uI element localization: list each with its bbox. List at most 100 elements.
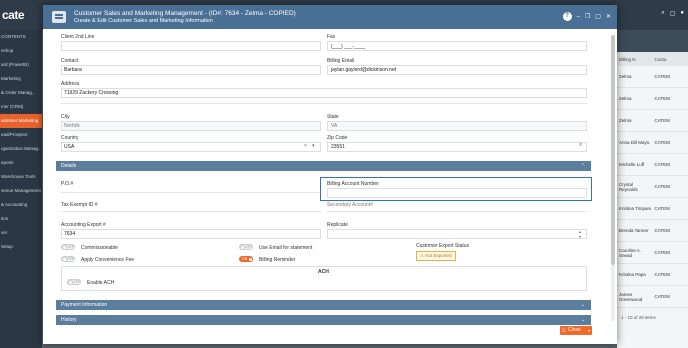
payment-info-section-header[interactable]: Payment Information ⌄ bbox=[56, 300, 591, 310]
customer-edit-modal: Customer Sales and Marketing Management … bbox=[43, 5, 617, 344]
table-row[interactable]: Crystal Reynolds CATEM bbox=[617, 176, 688, 198]
client-2nd-line-label: Client 2nd Line bbox=[61, 34, 95, 40]
sidebar-item[interactable]: Warehouse Tools bbox=[0, 170, 42, 184]
not-exported-text: Not Exported bbox=[425, 253, 452, 258]
scrollbar-thumb[interactable] bbox=[611, 35, 615, 265]
clear-icon[interactable]: × bbox=[304, 143, 307, 149]
accounting-export-input[interactable] bbox=[61, 229, 321, 239]
country-select[interactable] bbox=[61, 142, 321, 152]
details-section-header[interactable]: Details ⌃ bbox=[56, 161, 591, 171]
list-column-headers: Billing N. Custo. bbox=[617, 52, 688, 66]
replicate-input[interactable] bbox=[327, 229, 587, 239]
table-row[interactable]: James Greenwood CATEM bbox=[617, 286, 688, 308]
sidebar-item[interactable]: tion bbox=[0, 212, 42, 226]
sidebar-item[interactable]: mer (CRM) bbox=[0, 100, 42, 114]
table-row[interactable]: Zelma CATEM bbox=[617, 88, 688, 110]
billing-email-label: Billing Email bbox=[327, 58, 355, 64]
address-input[interactable] bbox=[61, 88, 587, 98]
contact-input[interactable] bbox=[61, 65, 321, 75]
chevron-down-icon[interactable]: ⌄ bbox=[581, 315, 585, 325]
chevron-down-icon[interactable]: ▾ bbox=[312, 143, 315, 149]
client-2nd-line-input[interactable] bbox=[61, 41, 321, 51]
minimize-icon[interactable]: – bbox=[577, 14, 580, 20]
sidebar-item[interactable]: ustomer Marketing bbox=[0, 114, 42, 128]
sidebar-item[interactable]: venue Management bbox=[0, 184, 42, 198]
replicate-label: Replicate bbox=[327, 222, 348, 228]
table-row[interactable]: Michelle Luff CATEM bbox=[617, 154, 688, 176]
address-label: Address bbox=[61, 81, 80, 87]
toggle-state: OFF bbox=[73, 280, 80, 284]
stepper-icon[interactable]: ▴ ▾ bbox=[579, 229, 581, 239]
table-row[interactable]: Zelma CATEM bbox=[617, 110, 688, 132]
toggle-state: OFF bbox=[67, 245, 74, 249]
history-section-label: History bbox=[61, 317, 77, 323]
zip-code-input[interactable] bbox=[327, 142, 587, 152]
customer-code-cell: CATEM bbox=[654, 162, 670, 167]
billing-name-cell: Zelma bbox=[619, 96, 632, 101]
billing-reminder-toggle[interactable]: ON bbox=[239, 256, 253, 262]
sidebar-item[interactable]: & Order Manag.. bbox=[0, 86, 42, 100]
close-icon[interactable]: ✕ bbox=[606, 13, 611, 20]
search-icon[interactable]: ⌕ bbox=[579, 142, 582, 149]
billing-name-cell: Kristina Timpani bbox=[619, 206, 652, 211]
address-value: 71929 Zackery Crossing bbox=[64, 90, 119, 96]
history-section-header[interactable]: History ⌄ bbox=[56, 315, 591, 325]
customer-code-cell: CATEM bbox=[654, 228, 670, 233]
restore-icon[interactable]: ❐ bbox=[585, 13, 590, 20]
table-row[interactable]: Caroline A. Snead CATEM bbox=[617, 242, 688, 264]
topbar-icons: ⌕ ▢ ● bbox=[661, 10, 684, 17]
toggle-knob bbox=[67, 279, 73, 285]
column-billing-name[interactable]: Billing N. bbox=[617, 57, 653, 62]
chevron-down-icon[interactable]: ⌄ bbox=[581, 300, 585, 310]
user-icon[interactable]: ● bbox=[680, 10, 684, 17]
customer-list-panel: Billing N. Custo. Zelma CATEM Zelma CATEM Ze… bbox=[617, 30, 688, 348]
app-sidebar: CONTENTS eshop ard (PowerBI) Marketing & Ord… bbox=[0, 30, 42, 348]
enable-ach-toggle[interactable]: OFF bbox=[67, 279, 81, 285]
commissionable-toggle[interactable]: OFF bbox=[61, 244, 75, 250]
app-logo: cate bbox=[2, 8, 25, 22]
modal-scrollbar[interactable] bbox=[611, 35, 615, 321]
payment-info-section-label: Payment Information bbox=[61, 302, 108, 308]
search-icon[interactable]: ⌕ bbox=[661, 10, 664, 17]
zip-code-label: Zip Code bbox=[327, 135, 348, 141]
column-customer-code[interactable]: Custo. bbox=[653, 57, 688, 62]
table-row[interactable]: Anna Dill Mayn. CATEM bbox=[617, 132, 688, 154]
sidebar-item[interactable]: Marketing bbox=[0, 72, 42, 86]
sidebar-item[interactable]: CONTENTS bbox=[0, 30, 42, 44]
billing-account-input[interactable] bbox=[327, 188, 587, 198]
bell-icon[interactable]: ▢ bbox=[670, 10, 676, 17]
billing-name-cell: Zelma bbox=[619, 74, 632, 79]
toggle-knob bbox=[239, 244, 245, 250]
maximize-icon[interactable]: ▢ bbox=[595, 13, 601, 20]
table-row[interactable]: Zelma CATEM bbox=[617, 66, 688, 88]
apply-fee-toggle[interactable]: OFF bbox=[61, 256, 75, 262]
use-email-label: Use Email for statement bbox=[259, 244, 313, 251]
close-door-icon: ⎋ bbox=[562, 328, 566, 333]
customer-code-cell: CATEM bbox=[654, 118, 670, 123]
sidebar-item[interactable]: ead/Prospect bbox=[0, 128, 42, 142]
help-icon[interactable]: ? bbox=[562, 12, 572, 21]
table-row[interactable]: Kristina Papa CATEM bbox=[617, 264, 688, 286]
billing-name-cell: Caroline A. Snead bbox=[619, 247, 642, 258]
state-input[interactable] bbox=[327, 121, 587, 131]
city-input[interactable] bbox=[61, 121, 321, 131]
chevron-up-icon[interactable]: ⌃ bbox=[581, 161, 585, 171]
sidebar-item[interactable]: eshop bbox=[0, 44, 42, 58]
use-email-toggle[interactable]: OFF bbox=[239, 244, 253, 250]
tax-exempt-input[interactable] bbox=[61, 211, 321, 212]
sidebar-item[interactable]: & Accounting bbox=[0, 198, 42, 212]
fax-input[interactable] bbox=[327, 41, 587, 51]
secondary-account-input[interactable] bbox=[327, 211, 587, 212]
close-button[interactable]: ⎋ Close ▾ bbox=[560, 326, 592, 335]
sidebar-item[interactable]: rganization Manag.. bbox=[0, 142, 42, 156]
commissionable-label: Commissionable bbox=[81, 244, 118, 251]
sidebar-item[interactable]: ard (PowerBI) bbox=[0, 58, 42, 72]
sidebar-item[interactable]: Setup bbox=[0, 240, 42, 254]
table-row[interactable]: Kristina Timpani CATEM bbox=[617, 198, 688, 220]
sidebar-item[interactable]: eports bbox=[0, 156, 42, 170]
po-label: P.O.# bbox=[61, 181, 74, 187]
sidebar-item[interactable]: ver bbox=[0, 226, 42, 240]
chevron-down-icon[interactable]: ▾ bbox=[588, 326, 590, 335]
table-row[interactable]: Brenda Tanner CATEM bbox=[617, 220, 688, 242]
po-input[interactable] bbox=[61, 192, 321, 193]
